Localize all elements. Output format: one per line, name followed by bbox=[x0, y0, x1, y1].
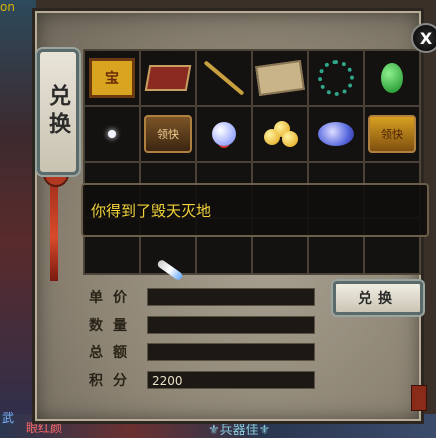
total-label: 总额 bbox=[89, 345, 137, 361]
golden-staff-icon bbox=[203, 60, 245, 96]
item-slot[interactable] bbox=[196, 50, 252, 106]
close-icon: X bbox=[419, 28, 433, 48]
points-label: 积分 bbox=[89, 373, 137, 389]
item-slot[interactable] bbox=[252, 50, 308, 106]
map-scroll-icon bbox=[255, 59, 305, 97]
gold-gift-case-icon: 领快 bbox=[368, 115, 416, 153]
gold-balls-icon bbox=[260, 119, 300, 149]
treasure-box-icon: 宝 bbox=[89, 58, 135, 98]
item-slot[interactable]: 领快 bbox=[140, 106, 196, 162]
total-row: 总额 bbox=[89, 342, 315, 362]
item-label: 领快 bbox=[381, 128, 403, 141]
seal-stamp-icon bbox=[411, 385, 427, 411]
exchange-panel: 兑换 X 宝 领快 领快 你得到了毁天灭地 单价 数量 总额 积分 2200 兑… bbox=[32, 8, 436, 424]
exchange-button[interactable]: 兑换 bbox=[333, 281, 423, 315]
panel-title: 兑换 bbox=[37, 49, 79, 175]
world-text-top: on bbox=[0, 0, 15, 14]
game-world-left bbox=[0, 0, 36, 438]
item-slot[interactable]: 宝 bbox=[84, 50, 140, 106]
red-chest-icon bbox=[144, 65, 192, 91]
item-label: 宝 bbox=[105, 71, 119, 87]
item-slot[interactable] bbox=[364, 50, 420, 106]
tassel-decoration bbox=[50, 171, 58, 281]
panel-title-text: 兑换 bbox=[45, 84, 71, 140]
unit-price-row: 单价 bbox=[89, 287, 315, 307]
close-button[interactable]: X bbox=[411, 23, 436, 53]
unit-price-label: 单价 bbox=[89, 290, 137, 306]
item-slot[interactable] bbox=[308, 106, 364, 162]
item-slot[interactable] bbox=[84, 106, 140, 162]
quantity-row: 数量 bbox=[89, 315, 315, 335]
unit-price-field bbox=[147, 288, 315, 306]
item-grid: 宝 领快 领快 bbox=[83, 49, 421, 275]
world-text-bottom-left: 武 bbox=[2, 411, 15, 425]
points-row: 积分 2200 bbox=[89, 370, 315, 390]
spirit-crystal-icon bbox=[318, 122, 354, 146]
item-slot[interactable]: 领快 bbox=[364, 106, 420, 162]
item-slot[interactable] bbox=[308, 50, 364, 106]
prayer-beads-icon bbox=[318, 60, 354, 96]
jade-stone-icon bbox=[381, 63, 403, 93]
pearl-icon bbox=[108, 130, 116, 138]
crystal-orb-icon bbox=[212, 122, 236, 146]
total-field bbox=[147, 343, 315, 361]
quantity-field[interactable] bbox=[147, 316, 315, 334]
points-field: 2200 bbox=[147, 371, 315, 389]
quantity-label: 数量 bbox=[89, 318, 137, 334]
item-slot[interactable] bbox=[196, 106, 252, 162]
item-slot[interactable] bbox=[252, 106, 308, 162]
gift-case-icon: 领快 bbox=[144, 115, 192, 153]
item-slot[interactable] bbox=[140, 50, 196, 106]
system-message: 你得到了毁天灭地 bbox=[81, 183, 429, 237]
item-label: 领快 bbox=[157, 128, 179, 141]
